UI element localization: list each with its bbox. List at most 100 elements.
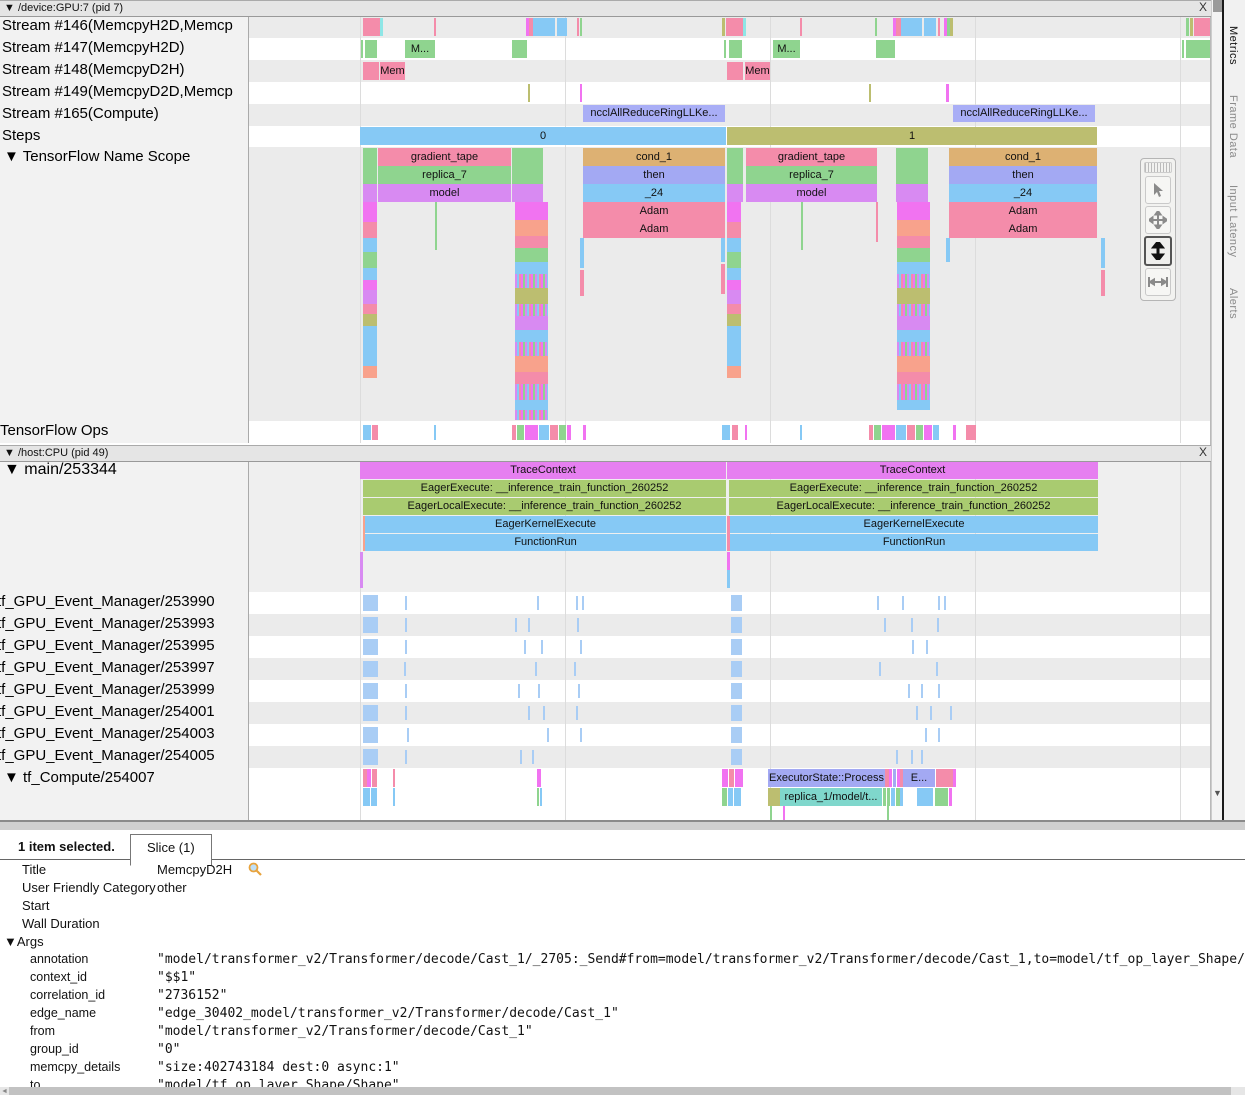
trace-bar[interactable]: [869, 84, 871, 102]
event-block[interactable]: [731, 595, 742, 611]
trace-bar[interactable]: then: [583, 166, 725, 184]
trace-bar[interactable]: [801, 202, 803, 250]
trace-fragment[interactable]: [897, 236, 930, 248]
trace-bar[interactable]: [1182, 40, 1184, 58]
event-tick[interactable]: [580, 728, 582, 742]
trace-bar[interactable]: [896, 425, 906, 440]
trace-bar[interactable]: [893, 769, 896, 787]
trace-bar[interactable]: [365, 40, 377, 58]
trace-bar[interactable]: [372, 425, 378, 440]
trace-bar[interactable]: [371, 788, 377, 806]
trace-bar[interactable]: [966, 425, 976, 440]
trace-bar[interactable]: [567, 425, 571, 440]
trace-bar[interactable]: [721, 264, 725, 294]
trace-fragment[interactable]: [897, 248, 930, 262]
track-label[interactable]: TensorFlow Ops: [0, 422, 108, 439]
trace-bar[interactable]: [953, 425, 956, 440]
trace-fragment[interactable]: [897, 304, 930, 316]
event-tick[interactable]: [937, 618, 939, 632]
trace-bar[interactable]: [580, 270, 584, 296]
trace-fragment[interactable]: [515, 372, 548, 384]
trace-bar[interactable]: [916, 425, 923, 440]
trace-bar[interactable]: [367, 769, 371, 787]
trace-bar[interactable]: [727, 552, 730, 570]
event-tick[interactable]: [926, 640, 928, 654]
trace-bar[interactable]: [883, 788, 886, 806]
trace-bar[interactable]: [729, 769, 734, 787]
trace-bar[interactable]: [577, 18, 579, 36]
trace-bar[interactable]: [580, 18, 582, 36]
event-block[interactable]: [363, 705, 378, 721]
trace-fragment[interactable]: [515, 304, 548, 316]
pan-tool-button[interactable]: [1145, 206, 1171, 234]
event-tick[interactable]: [520, 750, 522, 764]
trace-bar[interactable]: [512, 148, 543, 166]
trace-bar[interactable]: [372, 769, 377, 787]
event-tick[interactable]: [896, 750, 898, 764]
event-tick[interactable]: [524, 640, 526, 654]
trace-bar[interactable]: gradient_tape: [378, 148, 511, 166]
event-tick[interactable]: [950, 706, 952, 720]
event-tick[interactable]: [515, 618, 517, 632]
event-tick[interactable]: [936, 662, 938, 676]
event-tick[interactable]: [879, 662, 881, 676]
trace-fragment[interactable]: [515, 342, 548, 356]
trace-bar[interactable]: [550, 425, 558, 440]
trace-bar[interactable]: [393, 788, 395, 806]
event-tick[interactable]: [921, 684, 923, 698]
gpu-close-icon[interactable]: X: [1196, 1, 1210, 14]
trace-fragment[interactable]: [363, 314, 377, 326]
sidebar-tab-frame-data[interactable]: Frame Data: [1227, 95, 1239, 158]
cpu-close-icon[interactable]: X: [1196, 446, 1210, 459]
trace-bar[interactable]: [933, 425, 939, 440]
track-label[interactable]: tf_GPU_Event_Manager/254003: [0, 725, 215, 742]
trace-bar[interactable]: [887, 788, 890, 806]
trace-fragment[interactable]: [727, 252, 741, 268]
trace-fragment[interactable]: [897, 330, 930, 342]
trace-bar[interactable]: [726, 18, 743, 36]
trace-bar[interactable]: _24: [949, 184, 1097, 202]
event-block[interactable]: [731, 727, 742, 743]
trace-bar[interactable]: Adam: [949, 202, 1097, 220]
trace-bar[interactable]: [891, 788, 895, 806]
event-tick[interactable]: [902, 596, 904, 610]
trace-bar[interactable]: [512, 166, 543, 184]
trace-bar[interactable]: _24: [583, 184, 725, 202]
trace-bar[interactable]: [539, 425, 549, 440]
trace-bar[interactable]: [900, 788, 903, 806]
trace-bar[interactable]: model: [746, 184, 877, 202]
event-tick[interactable]: [911, 750, 913, 764]
trace-bar[interactable]: [434, 425, 436, 440]
event-tick[interactable]: [405, 618, 407, 632]
trace-fragment[interactable]: [727, 290, 741, 304]
event-tick[interactable]: [541, 640, 543, 654]
event-tick[interactable]: [404, 662, 406, 676]
trace-fragment[interactable]: [515, 288, 548, 304]
trace-bar[interactable]: [896, 166, 928, 184]
trace-bar[interactable]: [363, 18, 380, 36]
event-tick[interactable]: [405, 596, 407, 610]
trace-bar[interactable]: [875, 18, 877, 36]
trace-bar[interactable]: [722, 788, 727, 806]
trace-bar[interactable]: [393, 769, 395, 787]
trace-bar[interactable]: [363, 166, 377, 184]
scroll-left-icon[interactable]: ◄: [1, 1088, 8, 1095]
trace-bar[interactable]: [580, 84, 582, 102]
event-block[interactable]: [363, 595, 378, 611]
trace-bar[interactable]: replica_1/model/t...: [780, 788, 882, 806]
trace-fragment[interactable]: [515, 330, 548, 342]
trace-bar[interactable]: [917, 788, 933, 806]
track-label[interactable]: tf_GPU_Event_Manager/253995: [0, 637, 215, 654]
trace-bar[interactable]: [537, 788, 539, 806]
trace-bar[interactable]: [724, 40, 726, 58]
trace-bar[interactable]: EagerLocalExecute: __inference_train_fun…: [729, 498, 1098, 515]
trace-bar[interactable]: [938, 18, 940, 36]
trace-bar[interactable]: replica_7: [378, 166, 511, 184]
trace-bar[interactable]: 1: [727, 127, 1097, 145]
trace-bar[interactable]: [525, 425, 538, 440]
trace-bar[interactable]: [363, 148, 377, 166]
trace-bar[interactable]: [1186, 40, 1210, 58]
event-block[interactable]: [731, 705, 742, 721]
trace-bar[interactable]: [882, 425, 895, 440]
track-label[interactable]: Stream #147(MemcpyH2D): [2, 39, 185, 56]
